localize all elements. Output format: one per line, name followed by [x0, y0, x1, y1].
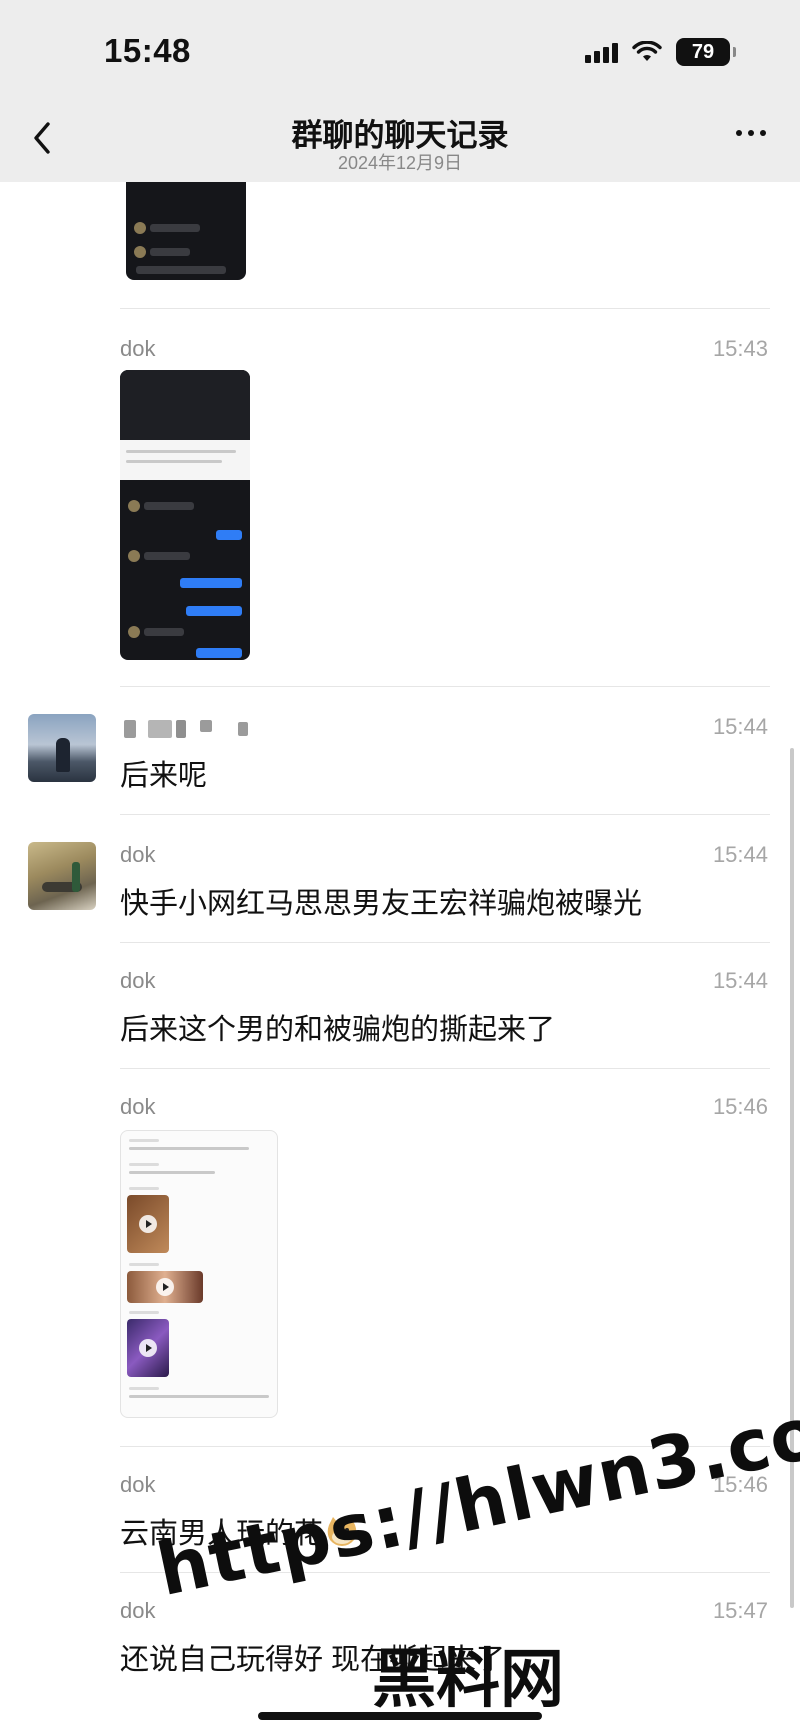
message-divider — [120, 814, 770, 815]
page-subtitle-date: 2024年12月9日 — [337, 153, 463, 173]
redacted-sender-name — [124, 720, 136, 738]
top-bar: 15:48 79 群聊的聊天记录 2024年12月9日 — [0, 0, 800, 182]
image-message-screenshot[interactable] — [120, 1130, 278, 1418]
cellular-signal-icon — [585, 41, 618, 63]
message-time: 15:44 — [712, 968, 768, 993]
more-button[interactable] — [736, 130, 766, 136]
message-sender: dok — [120, 1094, 156, 1119]
message-time: 15:44 — [712, 842, 768, 867]
message-sender: dok — [120, 968, 156, 993]
play-icon — [139, 1339, 157, 1357]
message-time: 15:43 — [712, 336, 768, 361]
message-divider — [120, 1068, 770, 1069]
message-sender: dok — [120, 1598, 156, 1623]
wifi-icon — [632, 41, 662, 61]
watermark-text: 黑料网 — [372, 1643, 564, 1717]
message-sender: dok — [120, 842, 156, 867]
status-icons: 79 — [585, 38, 736, 66]
message-sender: dok — [120, 336, 156, 361]
video-thumbnail[interactable] — [127, 1195, 169, 1253]
message-divider — [120, 686, 770, 687]
message-text: 快手小网红马思思男友王宏祥骗炮被曝光 — [120, 888, 643, 920]
image-message-screenshot[interactable] — [120, 370, 250, 660]
message-divider — [120, 308, 770, 309]
avatar[interactable] — [28, 714, 96, 782]
message-time: 15:44 — [712, 714, 768, 739]
play-icon — [156, 1278, 174, 1296]
status-time: 15:48 — [104, 32, 191, 69]
battery-icon: 79 — [676, 38, 736, 66]
message-text: 后来呢 — [120, 760, 208, 792]
video-thumbnail[interactable] — [127, 1271, 203, 1303]
message-time: 15:46 — [712, 1094, 768, 1119]
message-text: 后来这个男的和被骗炮的撕起来了 — [120, 1014, 556, 1046]
more-dots-icon — [736, 130, 742, 136]
play-icon — [139, 1215, 157, 1233]
avatar[interactable] — [28, 842, 96, 910]
video-thumbnail[interactable] — [127, 1319, 169, 1377]
message-divider — [120, 942, 770, 943]
message-time: 15:47 — [712, 1598, 768, 1623]
message-sender: dok — [120, 1472, 156, 1497]
